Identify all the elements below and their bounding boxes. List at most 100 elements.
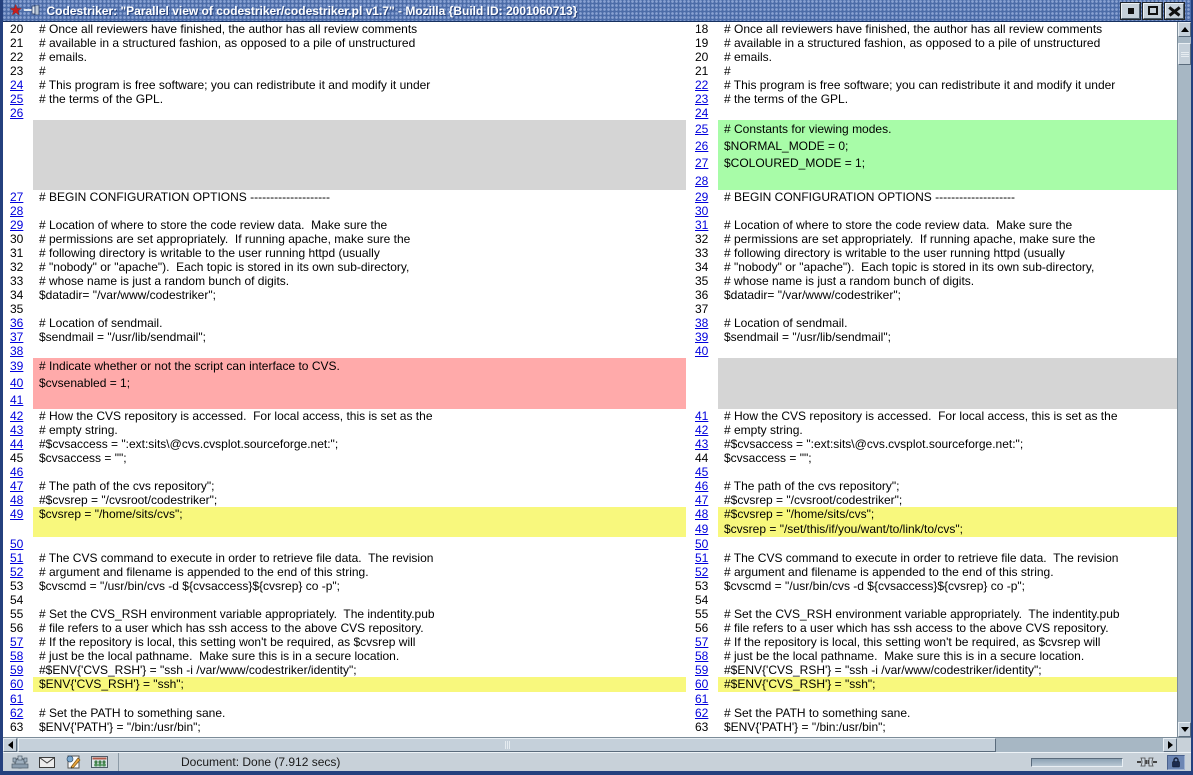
line-number-link[interactable]: 43: [10, 423, 23, 437]
line-number-link[interactable]: 28: [10, 204, 23, 218]
line-number-link[interactable]: 45: [695, 465, 708, 479]
line-number-link[interactable]: 26: [695, 139, 708, 153]
line-number-link[interactable]: 40: [695, 344, 708, 358]
horizontal-scroll-track[interactable]: [17, 738, 1163, 752]
addressbook-icon[interactable]: [91, 756, 108, 768]
mail-icon[interactable]: [39, 757, 55, 768]
line-number-link[interactable]: 51: [10, 551, 23, 565]
line-number-link[interactable]: 40: [10, 376, 23, 390]
line-number-link[interactable]: 41: [695, 409, 708, 423]
vertical-scroll-thumb[interactable]: [1178, 43, 1191, 65]
line-number-link[interactable]: 42: [695, 423, 708, 437]
security-lock-icon[interactable]: [1167, 755, 1185, 770]
close-button[interactable]: [1165, 3, 1184, 19]
line-number-gutter: 39: [688, 330, 718, 344]
offline-icon[interactable]: [1137, 757, 1157, 767]
line-number-link[interactable]: 44: [10, 437, 23, 451]
line-number-gutter: 32: [688, 232, 718, 246]
line-number-link[interactable]: 59: [695, 663, 708, 677]
code-line: $ENV{'PATH'} = "/bin:/usr/bin";: [718, 720, 1177, 734]
line-number-link[interactable]: 26: [10, 106, 23, 120]
diff-parallel-view: 20# Once all reviewers have finished, th…: [3, 22, 1177, 737]
line-number-link[interactable]: 27: [10, 190, 23, 204]
code-line: # empty string.: [33, 423, 686, 437]
line-number-link[interactable]: 46: [695, 479, 708, 493]
line-number-link[interactable]: 52: [695, 565, 708, 579]
line-number-link[interactable]: 42: [10, 409, 23, 423]
line-number-link[interactable]: 61: [10, 692, 23, 706]
line-number-link[interactable]: 25: [10, 92, 23, 106]
line-number-link[interactable]: 25: [695, 122, 708, 136]
horizontal-scroll-thumb[interactable]: [18, 738, 996, 752]
scroll-up-button[interactable]: [1178, 22, 1191, 37]
line-number-link[interactable]: 24: [695, 106, 708, 120]
line-number-gutter: 60: [688, 677, 718, 692]
line-number-link[interactable]: 36: [10, 316, 23, 330]
title-bar[interactable]: ★ Codestriker: "Parallel view of codestr…: [3, 0, 1191, 22]
line-number-link[interactable]: 49: [695, 522, 708, 536]
line-number-link[interactable]: 47: [695, 493, 708, 507]
vertical-scroll-track[interactable]: [1178, 37, 1191, 722]
line-number-link[interactable]: 50: [695, 537, 708, 551]
scroll-right-button[interactable]: [1163, 738, 1177, 752]
page-content: 20# Once all reviewers have finished, th…: [3, 22, 1191, 737]
line-number-link[interactable]: 59: [10, 663, 23, 677]
code-line: # following directory is writable to the…: [33, 246, 686, 260]
scroll-down-button[interactable]: [1178, 722, 1191, 737]
line-number-link[interactable]: 52: [10, 565, 23, 579]
code-line: [33, 344, 686, 358]
line-number-link[interactable]: 29: [695, 190, 708, 204]
line-number-link[interactable]: 22: [695, 78, 708, 92]
line-number-link[interactable]: 29: [10, 218, 23, 232]
line-number-link[interactable]: 24: [10, 78, 23, 92]
navigator-icon[interactable]: [11, 755, 29, 769]
line-number-link[interactable]: 61: [695, 692, 708, 706]
line-number-link[interactable]: 27: [695, 156, 708, 170]
line-number: 31: [10, 246, 23, 260]
line-number: 53: [695, 579, 708, 593]
code-line: $cvsaccess = "";: [718, 451, 1177, 465]
line-number-link[interactable]: 62: [10, 706, 23, 720]
line-number-link[interactable]: 41: [10, 393, 23, 407]
line-number-link[interactable]: 48: [695, 507, 708, 521]
composer-icon[interactable]: [65, 755, 81, 769]
line-number-link[interactable]: 62: [695, 706, 708, 720]
minimize-button[interactable]: [1121, 3, 1140, 19]
line-number-link[interactable]: 57: [695, 635, 708, 649]
line-number: 33: [695, 246, 708, 260]
line-number-link[interactable]: 38: [695, 316, 708, 330]
line-number-link[interactable]: 57: [10, 635, 23, 649]
line-number-link[interactable]: 58: [10, 649, 23, 663]
line-number-link[interactable]: 39: [10, 359, 23, 373]
line-number-link[interactable]: 47: [10, 479, 23, 493]
line-number: 37: [695, 302, 708, 316]
line-number-link[interactable]: 39: [695, 330, 708, 344]
window-title: Codestriker: "Parallel view of codestrik…: [46, 4, 577, 18]
diff-row: 26$NORMAL_MODE = 0;: [3, 138, 1177, 155]
horizontal-scrollbar[interactable]: [3, 738, 1177, 752]
line-number-gutter: 34: [688, 260, 718, 274]
line-number-link[interactable]: 51: [695, 551, 708, 565]
line-number-link[interactable]: 30: [695, 204, 708, 218]
line-number-link[interactable]: 38: [10, 344, 23, 358]
line-number-link[interactable]: 37: [10, 330, 23, 344]
line-number-link[interactable]: 60: [10, 677, 23, 691]
code-line: [718, 465, 1177, 479]
pin-icon[interactable]: [24, 2, 40, 20]
line-number-link[interactable]: 23: [695, 92, 708, 106]
line-number-link[interactable]: 58: [695, 649, 708, 663]
line-number-link[interactable]: 50: [10, 537, 23, 551]
diff-row: 57# If the repository is local, this set…: [3, 635, 1177, 649]
scroll-left-button[interactable]: [3, 738, 17, 752]
line-number-link[interactable]: 46: [10, 465, 23, 479]
vertical-scrollbar[interactable]: [1177, 22, 1191, 737]
diff-row: 49$cvsrep = "/home/sits/cvs";48#$cvsrep …: [3, 507, 1177, 522]
line-number-link[interactable]: 43: [695, 437, 708, 451]
line-number-link[interactable]: 60: [695, 677, 708, 691]
line-number-link[interactable]: 48: [10, 493, 23, 507]
line-number-link[interactable]: 31: [695, 218, 708, 232]
maximize-button[interactable]: [1143, 3, 1162, 19]
line-number-link[interactable]: 49: [10, 507, 23, 521]
line-number: 36: [695, 288, 708, 302]
line-number-link[interactable]: 28: [695, 174, 708, 188]
